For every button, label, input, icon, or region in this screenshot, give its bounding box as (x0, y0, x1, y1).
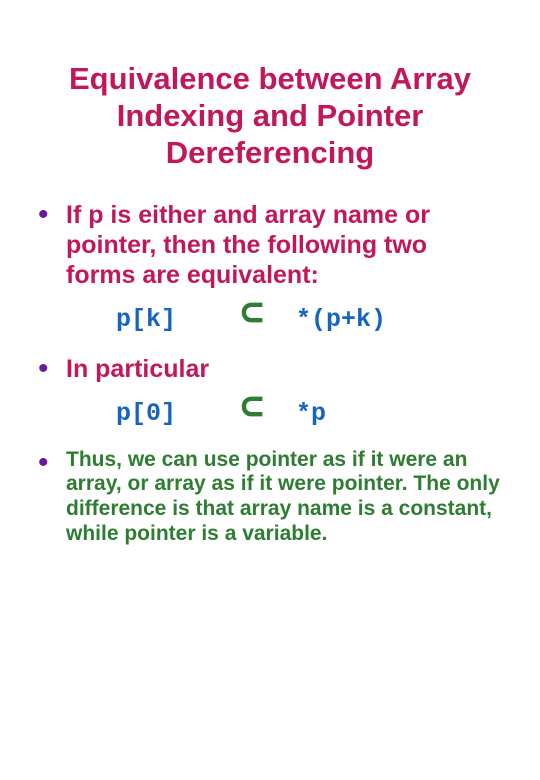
code-left-0: p[k] (116, 305, 208, 334)
code-left-1: p[0] (116, 399, 208, 428)
equiv-row-1: p[0] ⊂ *p (116, 398, 502, 430)
bullet-item-1: In particular p[0] ⊂ *p (38, 354, 502, 430)
bullet-list: If p is either and array name or pointer… (38, 200, 502, 547)
bullet-text-2: Thus, we can use pointer as if it were a… (66, 448, 502, 547)
bullet-item-0: If p is either and array name or pointer… (38, 200, 502, 336)
bullet-text-1: In particular (66, 354, 502, 384)
equiv-row-0: p[k] ⊂ *(p+k) (116, 304, 502, 336)
equiv-icon: ⊂ (234, 394, 270, 426)
slide-title: Equivalence between Array Indexing and P… (38, 60, 502, 172)
code-right-0: *(p+k) (296, 305, 386, 334)
slide-container: Equivalence between Array Indexing and P… (0, 0, 540, 595)
code-right-1: *p (296, 399, 326, 428)
bullet-text-0: If p is either and array name or pointer… (66, 200, 502, 290)
bullet-item-2: Thus, we can use pointer as if it were a… (38, 448, 502, 547)
equiv-icon: ⊂ (234, 300, 270, 332)
